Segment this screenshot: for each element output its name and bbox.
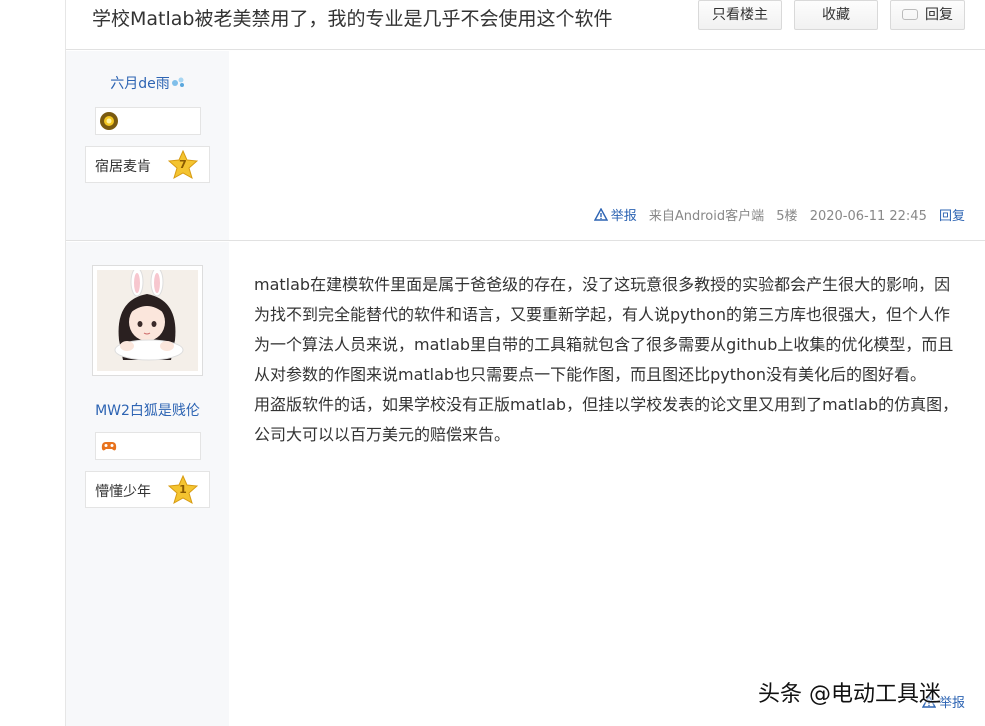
reply-button[interactable]: 回复	[890, 0, 965, 30]
level-star-icon: 1	[167, 474, 199, 505]
thread-title: 学校Matlab被老美禁用了，我的专业是几乎不会使用这个软件	[92, 8, 613, 30]
level-title: 懵懂少年	[95, 484, 151, 500]
author-column: MW2白狐是贱伦 懵懂少年 1	[66, 242, 229, 726]
favorite-button[interactable]: 收藏	[794, 0, 878, 30]
post-floor-6: MW2白狐是贱伦 懵懂少年 1 matlab在建模软件里面是属于爸爸级的存在，没…	[66, 242, 985, 726]
post-paragraph: matlab在建模软件里面是属于爸爸级的存在，没了这玩意很多教授的实验都会产生很…	[254, 275, 954, 384]
level-number: 1	[179, 483, 187, 496]
warning-icon	[593, 208, 608, 221]
only-op-button[interactable]: 只看楼主	[698, 0, 782, 30]
reply-button-label: 回复	[925, 7, 953, 23]
watermark: 头条 @电动工具迷	[758, 682, 941, 707]
report-link[interactable]: 举报	[593, 208, 637, 224]
report-label: 举报	[610, 209, 637, 224]
left-gutter	[0, 0, 66, 726]
badge-box[interactable]	[95, 107, 201, 135]
author-name[interactable]: 六月de雨	[66, 73, 229, 93]
post-body: matlab在建模软件里面是属于爸爸级的存在，没了这玩意很多教授的实验都会产生很…	[254, 270, 964, 450]
avatar-image	[97, 267, 198, 371]
author-name-text: 六月de雨	[110, 76, 170, 92]
avatar[interactable]	[92, 265, 203, 376]
level-box[interactable]: 宿居麦肯 7	[85, 146, 210, 183]
badge-box[interactable]	[95, 432, 201, 460]
thread-page: 学校Matlab被老美禁用了，我的专业是几乎不会使用这个软件 只看楼主 收藏 回…	[0, 0, 985, 726]
sun-badge-icon	[100, 112, 118, 130]
author-name[interactable]: MW2白狐是贱伦	[66, 400, 229, 420]
post-meta: 举报 来自Android客户端 5楼 2020-06-11 22:45 回复	[586, 205, 965, 224]
post-reply-link[interactable]: 回复	[939, 209, 965, 224]
post-content: matlab在建模软件里面是属于爸爸级的存在，没了这玩意很多教授的实验都会产生很…	[229, 242, 985, 726]
gamepad-badge-icon	[101, 442, 117, 451]
thread-header: 学校Matlab被老美禁用了，我的专业是几乎不会使用这个软件 只看楼主 收藏 回…	[66, 0, 985, 50]
report-label: 举报	[938, 696, 965, 711]
post-floor-5: 六月de雨 宿居麦肯 7 举报 来自Android客户端 5楼 2020-06-…	[66, 51, 985, 241]
client-source: 来自Android客户端	[648, 209, 765, 224]
level-title: 宿居麦肯	[95, 159, 151, 175]
reply-bubble-icon	[902, 9, 918, 20]
level-star-icon: 7	[167, 149, 199, 180]
level-number: 7	[179, 158, 187, 171]
floor-number: 5楼	[776, 209, 798, 224]
water-drops-icon	[171, 77, 184, 87]
post-content: 举报 来自Android客户端 5楼 2020-06-11 22:45 回复	[229, 51, 985, 240]
post-paragraph: 用盗版软件的话，如果学校没有正版matlab，但挂以学校发表的论文里又用到了ma…	[254, 395, 959, 444]
level-box[interactable]: 懵懂少年 1	[85, 471, 210, 508]
post-timestamp: 2020-06-11 22:45	[809, 209, 927, 224]
author-column: 六月de雨 宿居麦肯 7	[66, 51, 229, 240]
